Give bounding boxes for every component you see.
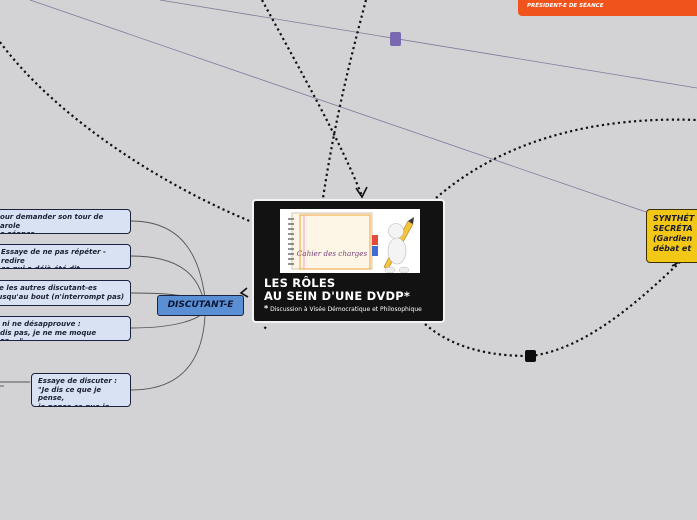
- cahier-illustration: Cahier des charges: [280, 209, 420, 274]
- top-right-node[interactable]: FONCTIONNE EN SYNERGIE AVEC LE-LA PRÉSID…: [518, 0, 697, 16]
- connector-handle[interactable]: [525, 350, 536, 362]
- footnote-text: Discussion à Visée Démocratique et Philo…: [270, 306, 422, 313]
- dotted-connector: [0, 41, 253, 224]
- footnote-star: *: [264, 304, 269, 313]
- branch-line: [130, 315, 206, 391]
- discutant-child-5[interactable]: Essaye de discuter : "Je dis ce que je p…: [31, 373, 131, 407]
- central-node[interactable]: Cahier des charges LES RÔLES AU SEIN D'U…: [252, 199, 445, 323]
- relation-line: [29, 0, 647, 213]
- discutant-child-1[interactable]: pour demander son tour de parole de séan…: [0, 209, 131, 234]
- central-title: LES RÔLES AU SEIN D'UNE DVDP*: [264, 276, 411, 303]
- discutant-child-4[interactable]: e ni ne désapprouve : udis pas, je ne me…: [0, 316, 131, 341]
- discutant-node[interactable]: DISCUTANT-E: [157, 295, 244, 316]
- synthetiseur-node[interactable]: SYNTHÉT SECRÉTA (Gardien débat et: [646, 209, 697, 263]
- dotted-connector: [261, 0, 364, 197]
- discutant-child-2[interactable]: Essaye de ne pas répéter - redire ce qui…: [0, 244, 131, 269]
- dotted-connector: [435, 118, 697, 199]
- dotted-connector: [262, 326, 267, 331]
- dotted-connector: [424, 323, 531, 358]
- dotted-connector: [529, 261, 681, 358]
- branch-line: [130, 255, 204, 299]
- illustration-caption: Cahier des charges: [297, 249, 368, 258]
- branch-line: [130, 220, 206, 299]
- discutant-child-3[interactable]: se les autres discutant-es jusqu'au bout…: [0, 280, 131, 306]
- dotted-connector: [321, 0, 368, 199]
- relation-marker[interactable]: [390, 32, 401, 46]
- central-footnote: * Discussion à Visée Démocratique et Phi…: [264, 305, 422, 314]
